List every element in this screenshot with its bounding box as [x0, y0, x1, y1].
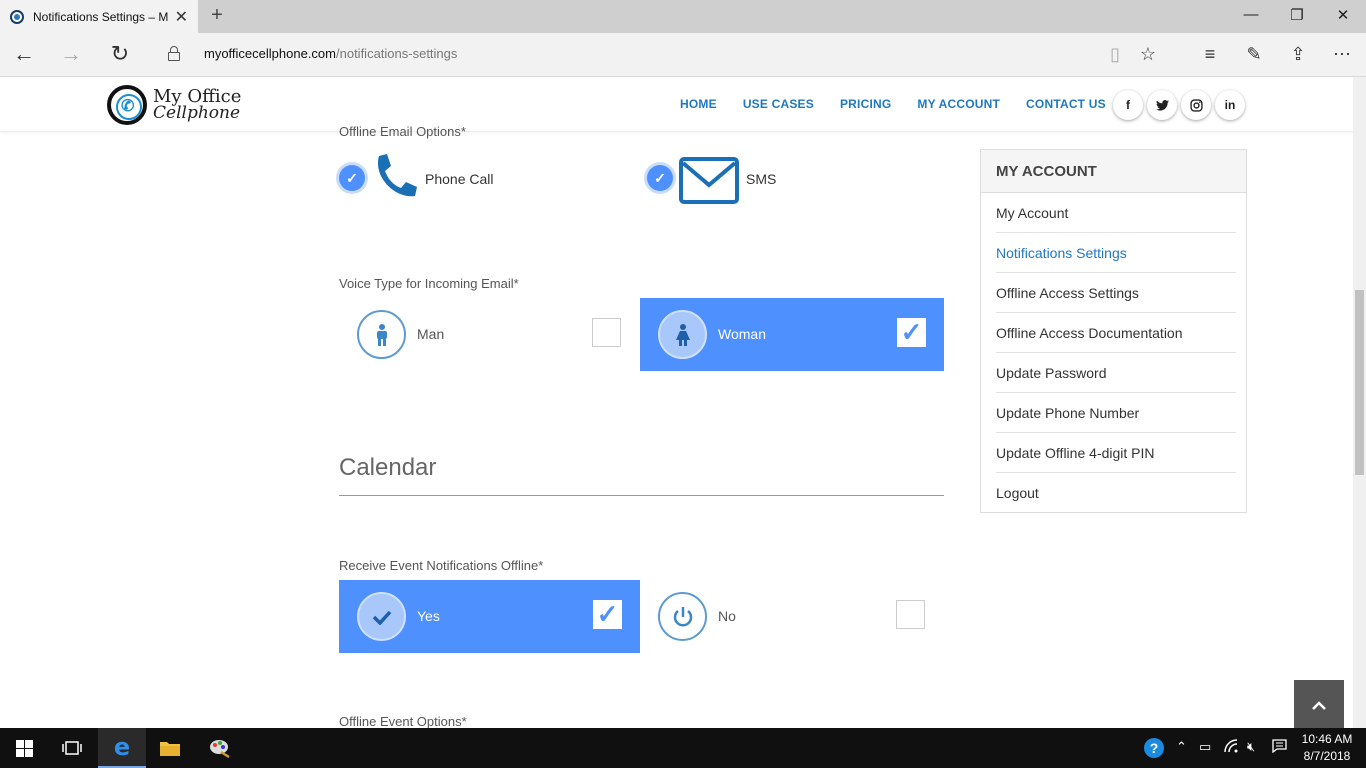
- browser-tab-bar: Notifications Settings – M ✕ + — ❐ ✕: [0, 0, 1366, 33]
- logo-phone-icon: ✆: [107, 85, 147, 125]
- close-tab-icon[interactable]: ✕: [175, 7, 188, 27]
- phone-call-label: Phone Call: [425, 171, 494, 187]
- phone-icon: [377, 154, 417, 197]
- yes-checkbox[interactable]: ✓: [593, 600, 622, 629]
- sms-label: SMS: [746, 171, 777, 187]
- forward-icon[interactable]: →: [59, 42, 83, 66]
- yes-label: Yes: [417, 608, 440, 624]
- reading-view-icon[interactable]: ▯: [1103, 43, 1127, 65]
- sidebar-item-update-password[interactable]: Update Password: [996, 353, 1236, 393]
- woman-icon: [658, 310, 707, 359]
- sidebar-item-offline-access-documentation[interactable]: Offline Access Documentation: [996, 313, 1236, 353]
- restore-icon[interactable]: ❐: [1287, 6, 1307, 24]
- man-icon: [357, 310, 406, 359]
- back-icon[interactable]: ←: [12, 42, 36, 66]
- new-tab-icon[interactable]: +: [206, 4, 228, 27]
- sidebar-item-logout[interactable]: Logout: [996, 473, 1236, 513]
- paint-icon[interactable]: [196, 728, 244, 768]
- account-sidebar: MY ACCOUNT My Account Notifications Sett…: [980, 149, 1247, 513]
- checkmark-icon: [357, 592, 406, 641]
- no-checkbox[interactable]: [896, 600, 925, 629]
- web-note-icon[interactable]: ✎: [1242, 43, 1266, 65]
- edge-browser-icon[interactable]: e: [98, 728, 146, 768]
- refresh-icon[interactable]: ↻: [108, 42, 132, 66]
- nav-my-account[interactable]: MY ACCOUNT: [917, 97, 1000, 111]
- phone-call-checkbox[interactable]: ✓: [339, 165, 365, 191]
- address-bar: ← → ↻ myofficecellphone.com/notification…: [0, 33, 1366, 77]
- linkedin-icon[interactable]: in: [1215, 90, 1245, 120]
- envelope-icon: [679, 157, 739, 204]
- sms-checkbox[interactable]: ✓: [647, 165, 673, 191]
- tray-chevron-up-icon[interactable]: ⌃: [1176, 739, 1187, 755]
- sidebar-item-update-phone-number[interactable]: Update Phone Number: [996, 393, 1236, 433]
- nav-use-cases[interactable]: USE CASES: [743, 97, 814, 111]
- clock-time: 10:46 AM: [1301, 732, 1353, 746]
- url-path: /notifications-settings: [336, 46, 458, 61]
- scrollbar-thumb[interactable]: [1355, 290, 1364, 475]
- site-favicon-icon: [10, 9, 24, 24]
- offline-event-options-label: Offline Event Options*: [339, 714, 467, 729]
- wifi-icon[interactable]: [1224, 739, 1240, 756]
- browser-tab[interactable]: Notifications Settings – M ✕: [0, 0, 198, 33]
- nav-home[interactable]: HOME: [680, 97, 717, 111]
- clock-date: 8/7/2018: [1303, 749, 1351, 763]
- site-logo[interactable]: ✆ My Office Cellphone: [107, 85, 241, 125]
- sidebar-item-notifications-settings[interactable]: Notifications Settings: [996, 233, 1236, 273]
- url-field[interactable]: myofficecellphone.com/notifications-sett…: [204, 46, 457, 61]
- voice-man-option[interactable]: Man: [339, 298, 640, 371]
- calendar-heading: Calendar: [339, 454, 437, 481]
- sidebar-item-my-account[interactable]: My Account: [996, 193, 1236, 233]
- tab-title: Notifications Settings – M: [33, 9, 169, 24]
- favorite-star-icon[interactable]: ☆: [1136, 43, 1160, 65]
- event-no-option[interactable]: No: [640, 580, 944, 653]
- svg-text:?: ?: [1150, 740, 1159, 756]
- file-explorer-icon[interactable]: [146, 728, 194, 768]
- back-to-top-button[interactable]: [1294, 680, 1344, 728]
- volume-muted-icon[interactable]: 🔇︎: [1247, 739, 1255, 755]
- twitter-icon[interactable]: [1147, 90, 1177, 120]
- man-checkbox[interactable]: [592, 318, 621, 347]
- chevron-up-icon: [1312, 701, 1326, 710]
- close-window-icon[interactable]: ✕: [1333, 6, 1353, 24]
- voice-woman-option[interactable]: Woman ✓: [640, 298, 944, 371]
- hub-icon[interactable]: ≡: [1198, 43, 1222, 65]
- nav-contact-us[interactable]: CONTACT US: [1026, 97, 1106, 111]
- system-clock[interactable]: 10:46 AM 8/7/2018: [1300, 731, 1354, 765]
- email-options-label: Offline Email Options*: [339, 124, 466, 139]
- notifications-form: Offline Email Options* ✓ Phone Call ✓ SM…: [339, 124, 944, 729]
- nav-pricing[interactable]: PRICING: [840, 97, 891, 111]
- main-nav: HOME USE CASES PRICING MY ACCOUNT CONTAC…: [680, 97, 1132, 111]
- sidebar-title: MY ACCOUNT: [981, 150, 1246, 193]
- site-header: ✆ My Office Cellphone HOME USE CASES PRI…: [0, 77, 1353, 132]
- voice-type-label: Voice Type for Incoming Email*: [339, 276, 519, 291]
- lock-icon: [168, 46, 180, 61]
- woman-label: Woman: [718, 326, 766, 342]
- help-icon[interactable]: ?: [1143, 737, 1165, 762]
- event-yes-option[interactable]: Yes ✓: [339, 580, 640, 653]
- woman-checkbox[interactable]: ✓: [897, 318, 926, 347]
- event-notifications-label: Receive Event Notifications Offline*: [339, 558, 544, 573]
- more-icon[interactable]: ⋯: [1330, 43, 1354, 65]
- facebook-icon[interactable]: f: [1113, 90, 1143, 120]
- sidebar-item-update-pin[interactable]: Update Offline 4-digit PIN: [996, 433, 1236, 473]
- power-icon: [658, 592, 707, 641]
- man-label: Man: [417, 326, 445, 342]
- no-label: No: [718, 608, 736, 624]
- task-view-icon[interactable]: [48, 728, 96, 768]
- sidebar-item-offline-access-settings[interactable]: Offline Access Settings: [996, 273, 1236, 313]
- share-icon[interactable]: ⇪: [1286, 43, 1310, 65]
- logo-line-2: Cellphone: [153, 103, 241, 123]
- calendar-divider: [339, 495, 944, 496]
- minimize-icon[interactable]: —: [1241, 6, 1261, 23]
- instagram-icon[interactable]: [1181, 90, 1211, 120]
- windows-start-icon[interactable]: [0, 728, 48, 768]
- windows-taskbar: e ? ⌃ ▭ 🔇︎ 10:46 AM 8/7/2018: [0, 728, 1366, 768]
- url-domain: myofficecellphone.com: [204, 46, 336, 61]
- action-center-icon[interactable]: [1272, 739, 1287, 756]
- battery-icon[interactable]: ▭: [1199, 739, 1211, 755]
